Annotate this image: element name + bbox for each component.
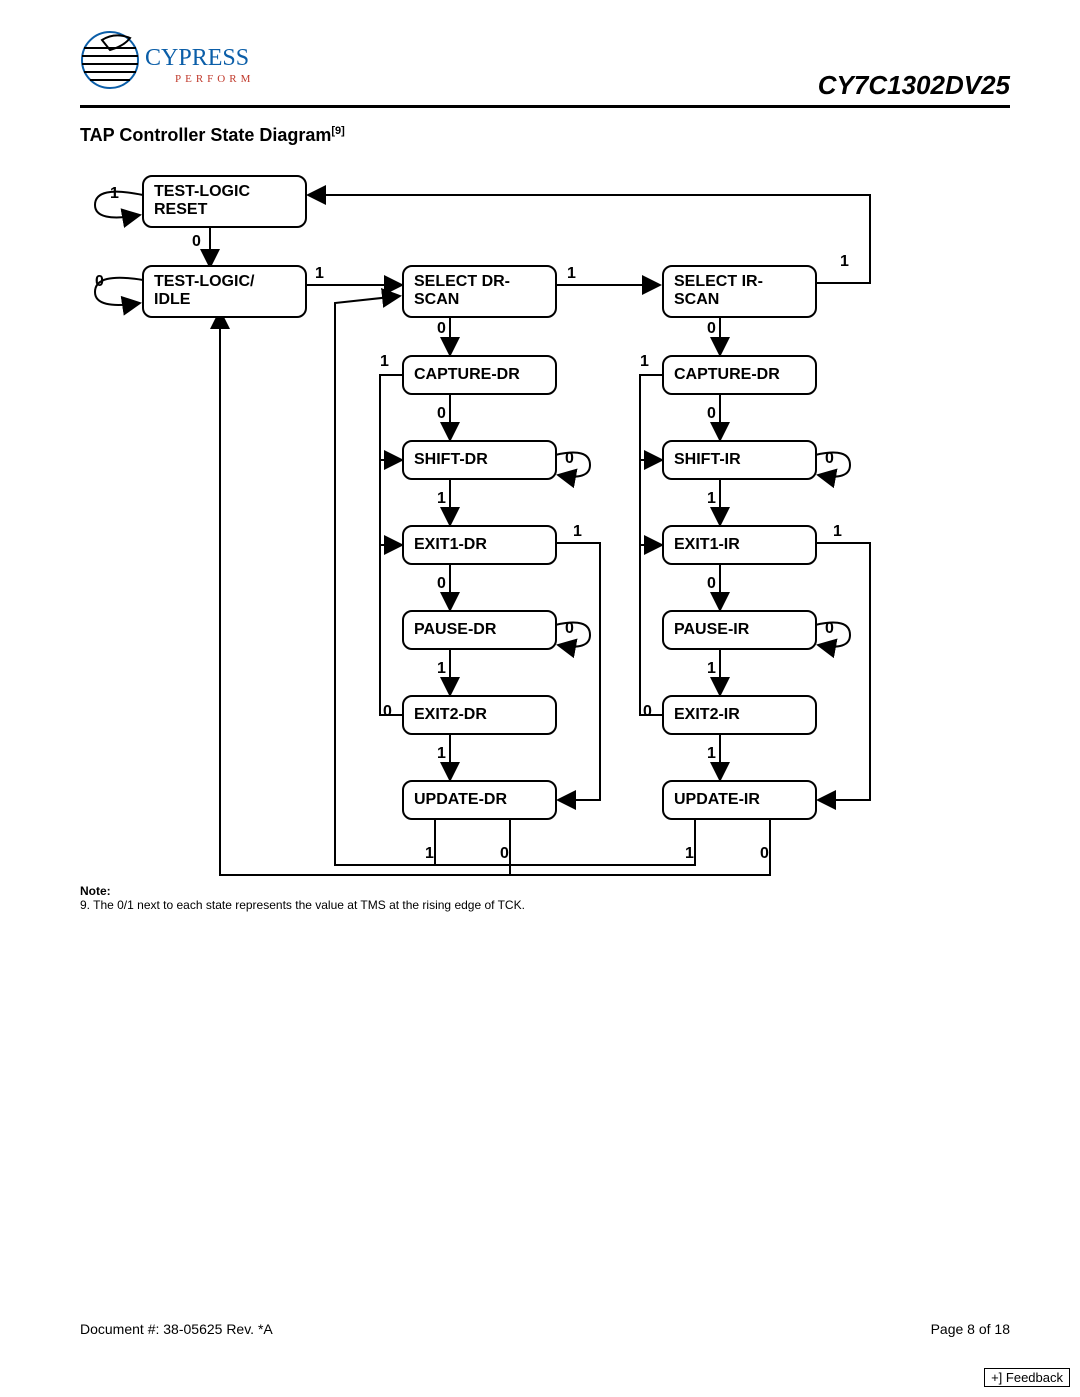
- brand-tagline: PERFORM: [175, 73, 254, 85]
- lbl-pir-self: 0: [825, 620, 834, 638]
- lbl-pdr-self: 0: [565, 620, 574, 638]
- lbl-uir-idle: 0: [760, 845, 769, 863]
- cypress-logo: CYPRESS PERFORM: [80, 30, 280, 105]
- state-test-logic-reset: TEST-LOGIC RESET: [142, 175, 307, 228]
- lbl-e2dr-shdr: 0: [383, 703, 392, 721]
- state-capture-dr: CAPTURE-DR: [402, 355, 557, 395]
- section-title-text: TAP Controller State Diagram: [80, 125, 331, 145]
- state-capture-ir: CAPTURE-DR: [662, 355, 817, 395]
- lbl-tlr-self: 1: [110, 185, 119, 203]
- lbl-shir-self: 0: [825, 450, 834, 468]
- lbl-e1dr-udr: 1: [573, 523, 582, 541]
- state-update-ir: UPDATE-IR: [662, 780, 817, 820]
- state-exit2-ir: EXIT2-IR: [662, 695, 817, 735]
- footer-doc: Document #: 38-05625 Rev. *A: [80, 1321, 273, 1337]
- state-exit2-dr: EXIT2-DR: [402, 695, 557, 735]
- state-shift-ir: SHIFT-IR: [662, 440, 817, 480]
- lbl-e2dr-udr: 1: [437, 745, 446, 763]
- lbl-idle-self: 0: [95, 273, 104, 291]
- lbl-shdr-e1dr: 1: [437, 490, 446, 508]
- lbl-sir-cir: 0: [707, 320, 716, 338]
- lbl-e1dr-pdr: 0: [437, 575, 446, 593]
- section-title: TAP Controller State Diagram[9]: [80, 125, 345, 146]
- state-exit1-dr: EXIT1-DR: [402, 525, 557, 565]
- note-text: 9. The 0/1 next to each state represents…: [80, 898, 525, 912]
- lbl-pir-e2ir: 1: [707, 660, 716, 678]
- lbl-pdr-e2dr: 1: [437, 660, 446, 678]
- note-title: Note:: [80, 884, 525, 898]
- lbl-sir-tlr: 1: [840, 253, 849, 271]
- header-rule: [80, 105, 1010, 108]
- page: CYPRESS PERFORM CY7C1302DV25 TAP Control…: [0, 0, 1080, 1397]
- part-number: CY7C1302DV25: [818, 70, 1010, 101]
- feedback-button[interactable]: +] Feedback: [984, 1368, 1070, 1387]
- note-block: Note: 9. The 0/1 next to each state repr…: [80, 884, 525, 912]
- state-shift-dr: SHIFT-DR: [402, 440, 557, 480]
- state-update-dr: UPDATE-DR: [402, 780, 557, 820]
- state-pause-ir: PAUSE-IR: [662, 610, 817, 650]
- lbl-e2ir-uir: 1: [707, 745, 716, 763]
- page-header: CYPRESS PERFORM CY7C1302DV25: [80, 30, 1010, 105]
- lbl-e2ir-shir: 0: [643, 703, 652, 721]
- lbl-cir-shir: 0: [707, 405, 716, 423]
- lbl-uir-sdr: 1: [685, 845, 694, 863]
- lbl-udr-sdr: 1: [425, 845, 434, 863]
- lbl-sdr-sir: 1: [567, 265, 576, 283]
- lbl-e1ir-pir: 0: [707, 575, 716, 593]
- lbl-cir-e1ir: 1: [640, 353, 649, 371]
- lbl-e1ir-uir: 1: [833, 523, 842, 541]
- state-select-dr-scan: SELECT DR-SCAN: [402, 265, 557, 318]
- state-test-logic-idle: TEST-LOGIC/ IDLE: [142, 265, 307, 318]
- state-pause-dr: PAUSE-DR: [402, 610, 557, 650]
- lbl-sdr-cdr: 0: [437, 320, 446, 338]
- section-footnote-ref: [9]: [331, 125, 344, 137]
- lbl-cdr-shdr: 0: [437, 405, 446, 423]
- lbl-shir-e1ir: 1: [707, 490, 716, 508]
- brand-text: CYPRESS: [145, 45, 249, 71]
- lbl-udr-idle: 0: [500, 845, 509, 863]
- lbl-tlr-idle: 0: [192, 233, 201, 251]
- lbl-idle-sdr: 1: [315, 265, 324, 283]
- state-diagram: TEST-LOGIC RESET TEST-LOGIC/ IDLE SELECT…: [80, 165, 980, 885]
- page-footer: Document #: 38-05625 Rev. *A Page 8 of 1…: [80, 1321, 1010, 1337]
- footer-page: Page 8 of 18: [931, 1321, 1010, 1337]
- lbl-cdr-e1dr: 1: [380, 353, 389, 371]
- state-exit1-ir: EXIT1-IR: [662, 525, 817, 565]
- state-select-ir-scan: SELECT IR-SCAN: [662, 265, 817, 318]
- lbl-shdr-self: 0: [565, 450, 574, 468]
